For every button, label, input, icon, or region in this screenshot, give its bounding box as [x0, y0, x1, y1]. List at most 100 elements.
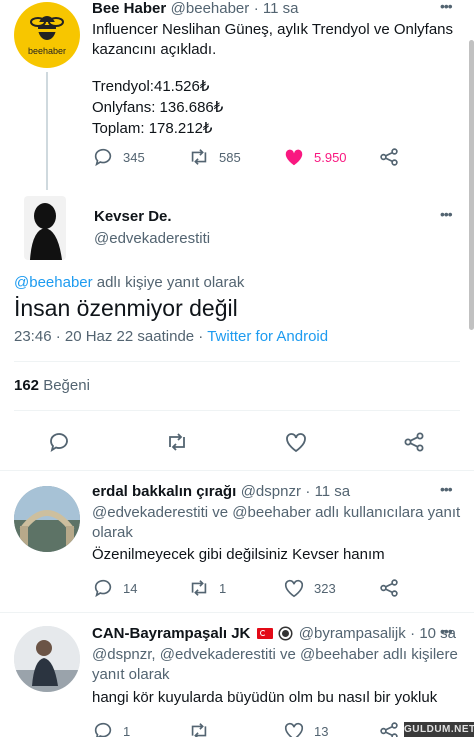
reply1-like-count: 323 — [314, 580, 336, 596]
kevser-avatar[interactable] — [24, 196, 66, 260]
reply2-share-button[interactable] — [378, 720, 400, 737]
tweet1-like-button[interactable]: 5.950 — [283, 146, 347, 168]
share-icon — [404, 432, 424, 452]
reply1-like-button[interactable]: 323 — [283, 577, 336, 599]
reply1-header: erdal bakkalın çırağı @dspnzr · 11 sa — [92, 483, 350, 501]
tweet1-header: Bee Haber @beehaber · 11 sa — [92, 0, 298, 18]
tweet1-stat-trendyol: Trendyol:41.526₺ — [92, 78, 210, 95]
tweet2-likes-summary[interactable]: 162 Beğeni — [14, 377, 90, 394]
reply-icon — [94, 722, 112, 737]
reply2-like-button[interactable]: 13 — [283, 720, 328, 737]
reply2-author-name[interactable]: CAN-Bayrampaşalı JK — [92, 625, 250, 642]
divider — [14, 361, 460, 362]
tweet1-retweet-button[interactable]: 585 — [188, 146, 241, 168]
reply1-retweet-button[interactable]: 1 — [188, 577, 226, 599]
tweet2-timestamp[interactable]: 23:46 · 20 Haz 22 saatinde · — [14, 328, 203, 345]
tweet1-like-count: 5.950 — [314, 149, 347, 165]
reply2-like-count: 13 — [314, 723, 329, 737]
reply1-reply-count: 14 — [123, 580, 138, 596]
thread-line — [46, 72, 48, 190]
heart-filled-icon — [285, 149, 303, 166]
tweet2-reply-to-link[interactable]: @beehaber — [14, 274, 93, 291]
reply1-reply-line1[interactable]: @edvekaderestiti ve @beehaber adlı kulla… — [92, 503, 462, 523]
reply2-retweet-button[interactable] — [188, 720, 210, 737]
bridge-photo-icon — [14, 486, 80, 552]
share-icon — [380, 148, 398, 166]
flower-icon — [280, 628, 292, 640]
tweet2-like-button[interactable] — [284, 430, 308, 459]
heart-icon — [286, 433, 306, 453]
tweet2-likes-count: 162 — [14, 377, 40, 394]
tweet2-author-name: Kevser De. — [94, 208, 172, 225]
tweet1-more-icon[interactable]: ••• — [440, 0, 453, 14]
tweet2-share-button[interactable] — [402, 430, 426, 459]
divider — [0, 470, 474, 471]
tweet1-author-handle[interactable]: @beehaber — [171, 0, 250, 17]
reply1-author-name[interactable]: erdal bakkalın çırağı — [92, 483, 236, 500]
reply1-reply-line2: olarak — [92, 524, 133, 541]
tweet1-timestamp[interactable]: · 11 sa — [254, 0, 299, 17]
tweet2-author-handle: @edvekaderestiti — [94, 230, 211, 247]
reply2-reply-count: 1 — [123, 723, 131, 737]
tweet2-likes-label: Beğeni — [43, 377, 90, 394]
tweet2-reply-button[interactable] — [47, 430, 71, 459]
reply-icon — [50, 433, 68, 452]
tweet1-body-line2: kazancını açıkladı. — [92, 41, 217, 58]
reply1-body: Özenilmeyecek gibi değilsiniz Kevser han… — [92, 546, 385, 563]
tweet1-author-name[interactable]: Bee Haber — [92, 0, 166, 17]
tweet2-meta: 23:46 · 20 Haz 22 saatinde · Twitter for… — [14, 328, 328, 345]
retweet-icon — [191, 723, 207, 737]
reply2-body: hangi kör kuyularda büyüdün olm bu nasıl… — [92, 689, 438, 706]
scrollbar[interactable] — [469, 40, 474, 330]
reply2-reply-context: @dspnzr, @edvekaderestiti ve @beehaber a… — [92, 645, 462, 685]
tweet2-reply-context: @beehaber adlı kişiye yanıt olarak — [14, 274, 244, 291]
heart-icon — [284, 722, 304, 737]
reply2-author-handle[interactable]: @byrampasalijk — [299, 625, 406, 642]
watermark: GULDUM.NET — [404, 722, 474, 737]
tweet1-stat-onlyfans: Onlyfans: 136.686₺ — [92, 99, 224, 116]
reply-icon — [94, 579, 112, 598]
reply2-reply-line1[interactable]: @dspnzr, @edvekaderestiti ve @beehaber a… — [92, 645, 462, 665]
turkey-flag-icon — [256, 628, 273, 640]
retweet-icon — [169, 433, 185, 451]
reply1-author-handle[interactable]: @dspnzr — [241, 483, 301, 500]
reply1-reply-button[interactable]: 14 — [92, 577, 137, 599]
tweet2-body: İnsan özenmiyor değil — [14, 295, 238, 321]
tweet1-stat-total: Toplam: 178.212₺ — [92, 120, 213, 137]
reply1-reply-context: @edvekaderestiti ve @beehaber adlı kulla… — [92, 503, 462, 543]
tweet1-retweet-count: 585 — [219, 149, 241, 165]
tweet1-reply-count: 345 — [123, 149, 145, 165]
tweet1-share-button[interactable] — [378, 146, 400, 168]
reply-icon — [94, 148, 112, 167]
tweet1-body: Influencer Neslihan Güneş, aylık Trendyo… — [92, 20, 462, 139]
tweet2-client-link[interactable]: Twitter for Android — [207, 328, 328, 345]
tweet2-reply-to-suffix: adlı kişiye yanıt olarak — [96, 274, 245, 291]
person-photo-icon — [14, 626, 80, 692]
bee-icon — [30, 16, 64, 40]
tweet1-reply-button[interactable]: 345 — [92, 146, 145, 168]
tweet1-body-line1: Influencer Neslihan Güneş, aylık Trendyo… — [92, 21, 454, 38]
retweet-icon — [191, 149, 207, 165]
beehaber-logo-text: beehaber — [27, 46, 67, 56]
tweet2-author[interactable]: Kevser De. @edvekaderestiti — [94, 208, 210, 247]
tweet2-more-icon[interactable]: ••• — [440, 206, 453, 222]
reply2-reply-line2: yanıt olarak — [92, 666, 170, 683]
reply1-more-icon[interactable]: ••• — [440, 481, 453, 497]
reply2-header: CAN-Bayrampaşalı JK @byrampasalijk · 10 … — [92, 625, 456, 643]
reply2-more-icon[interactable]: ••• — [440, 623, 453, 639]
can-avatar[interactable] — [14, 626, 80, 692]
share-icon — [380, 579, 398, 597]
share-icon — [380, 722, 398, 737]
reply1-retweet-count: 1 — [219, 580, 227, 596]
person-silhouette-icon — [30, 203, 62, 260]
beehaber-avatar[interactable]: beehaber — [14, 2, 80, 68]
reply1-share-button[interactable] — [378, 577, 400, 599]
divider — [0, 612, 474, 613]
heart-icon — [284, 579, 304, 598]
divider — [14, 410, 460, 411]
retweet-icon — [191, 580, 207, 596]
reply1-timestamp[interactable]: · 11 sa — [305, 483, 350, 500]
reply2-reply-button[interactable]: 1 — [92, 720, 130, 737]
erdal-avatar[interactable] — [14, 486, 80, 552]
tweet2-retweet-button[interactable] — [165, 430, 189, 459]
